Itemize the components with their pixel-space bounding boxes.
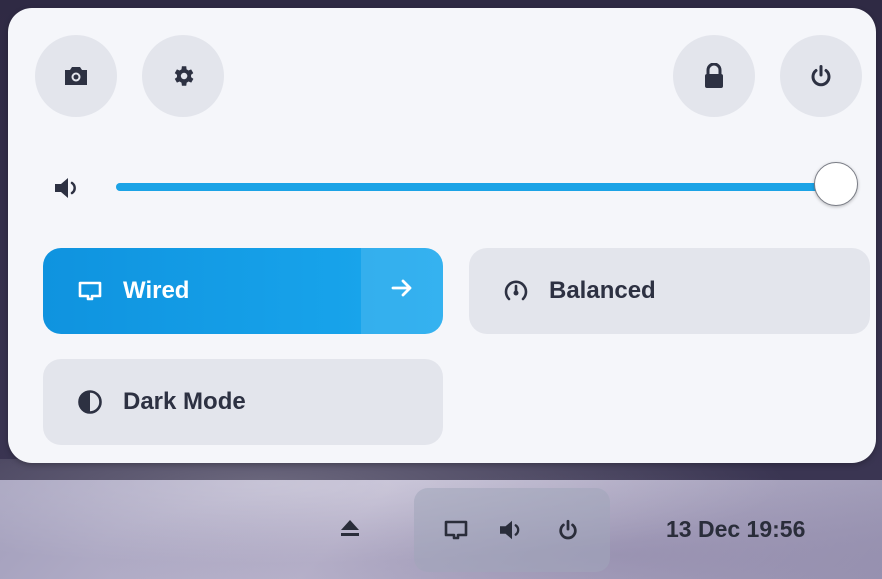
speaker-icon[interactable]	[48, 168, 88, 208]
power-mode-label: Balanced	[549, 277, 656, 304]
quick-settings-panel: Wired Balanced Dark Mode	[8, 8, 876, 463]
lock-button[interactable]	[673, 35, 755, 117]
speedometer-icon	[501, 276, 531, 306]
screenshot-button[interactable]	[35, 35, 117, 117]
volume-slider-fill	[116, 183, 836, 191]
taskbar: 13 Dec 19:56	[0, 480, 882, 579]
dark-mode-icon	[75, 387, 105, 417]
settings-button[interactable]	[142, 35, 224, 117]
network-wired-icon	[439, 513, 473, 547]
clock[interactable]: 13 Dec 19:56	[666, 516, 805, 543]
volume-slider-knob[interactable]	[814, 162, 858, 206]
arrow-right-icon	[391, 277, 413, 305]
wired-network-label: Wired	[123, 277, 190, 304]
power-button[interactable]	[780, 35, 862, 117]
speaker-icon	[495, 513, 529, 547]
power-mode-tile[interactable]: Balanced	[469, 248, 870, 334]
dark-mode-label: Dark Mode	[123, 388, 246, 415]
network-wired-icon	[75, 276, 105, 306]
eject-icon	[339, 518, 361, 543]
volume-slider[interactable]	[116, 183, 836, 191]
wired-network-menu-button[interactable]	[361, 248, 443, 334]
power-icon	[809, 64, 833, 88]
lock-icon	[703, 63, 725, 89]
gear-icon	[170, 63, 196, 89]
screenshot-icon	[63, 65, 89, 87]
wired-network-tile[interactable]: Wired	[43, 248, 443, 334]
system-status-menu[interactable]	[414, 488, 610, 572]
wired-network-toggle[interactable]: Wired	[43, 248, 361, 334]
eject-button[interactable]	[330, 510, 370, 550]
dark-mode-tile[interactable]: Dark Mode	[43, 359, 443, 445]
power-icon	[551, 513, 585, 547]
